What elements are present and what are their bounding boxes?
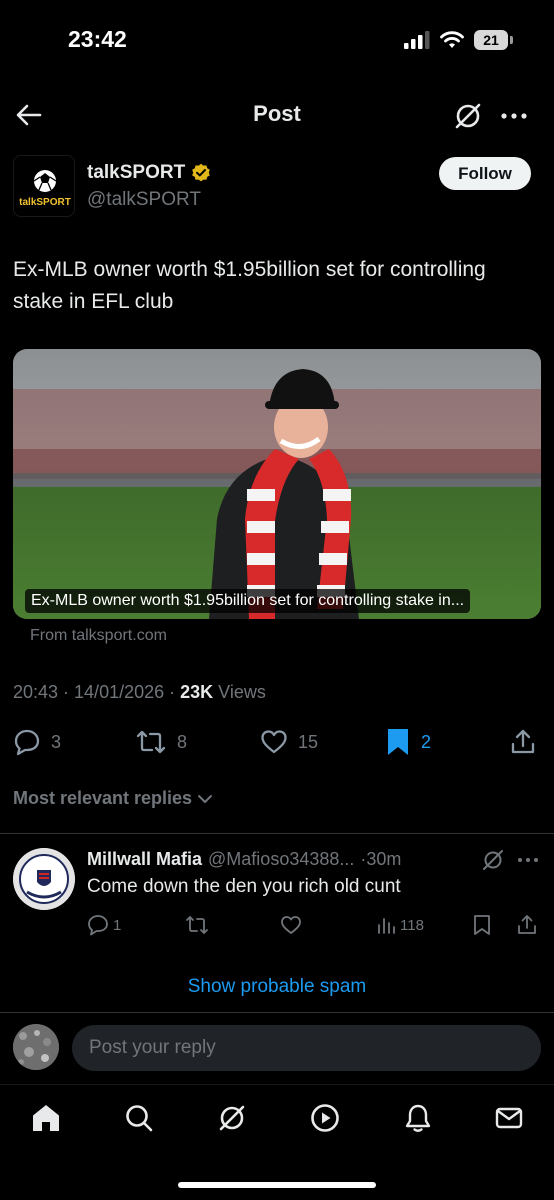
repost-count: 8 bbox=[177, 731, 188, 752]
bookmark-icon bbox=[474, 915, 490, 935]
messages-mail-icon bbox=[495, 1107, 523, 1129]
user-avatar-image bbox=[13, 1024, 59, 1070]
post-action-bar: 3 8 15 2 bbox=[13, 726, 541, 758]
video-icon bbox=[311, 1104, 339, 1132]
more-options-icon[interactable] bbox=[516, 848, 540, 872]
show-probable-spam-link[interactable]: Show probable spam bbox=[0, 976, 554, 998]
reply-time: ·30m bbox=[360, 849, 402, 869]
status-icons: 21 bbox=[404, 30, 513, 50]
reply-reply-count: 1 bbox=[113, 916, 122, 934]
home-icon bbox=[33, 1105, 59, 1131]
wifi-icon bbox=[440, 31, 464, 48]
share-icon bbox=[511, 729, 535, 754]
post-timestamp: 20:43 · 14/01/2026 · bbox=[13, 682, 181, 702]
like-button[interactable]: 15 bbox=[260, 726, 318, 758]
bookmark-button[interactable]: 2 bbox=[385, 726, 431, 758]
bookmark-filled-icon bbox=[388, 729, 408, 755]
talksport-logo: talkSPORT bbox=[14, 156, 74, 216]
status-time: 23:42 bbox=[68, 26, 127, 52]
like-heart-icon bbox=[261, 730, 287, 754]
repost-icon bbox=[186, 916, 208, 934]
reply-count: 3 bbox=[51, 731, 62, 752]
tab-grok[interactable] bbox=[212, 1098, 252, 1138]
tab-home[interactable] bbox=[26, 1098, 66, 1138]
post-meta: 20:43 · 14/01/2026 · 23K Views bbox=[13, 682, 266, 703]
article-image bbox=[13, 349, 541, 619]
reply-button[interactable]: 3 bbox=[13, 726, 61, 758]
grok-icon[interactable] bbox=[452, 100, 484, 132]
post-text: Ex-MLB owner worth $1.95billion set for … bbox=[13, 258, 486, 313]
battery-indicator: 21 bbox=[474, 30, 513, 50]
reply-reply-button[interactable]: 1 bbox=[87, 912, 121, 938]
link-source[interactable]: From talksport.com bbox=[30, 627, 167, 645]
reply-avatar[interactable] bbox=[13, 848, 75, 910]
reply-header[interactable]: Millwall Mafia @Mafioso34388... ·30m bbox=[87, 849, 401, 870]
more-options-icon[interactable] bbox=[498, 100, 530, 132]
reply-icon bbox=[88, 915, 108, 936]
tab-search[interactable] bbox=[119, 1098, 159, 1138]
views-count: 23K bbox=[180, 682, 214, 702]
reply-views-count: 118 bbox=[400, 916, 424, 934]
reply-input[interactable] bbox=[72, 1025, 541, 1071]
share-icon bbox=[518, 915, 536, 934]
reply-action-bar: 1 118 bbox=[87, 912, 541, 938]
reply-icon bbox=[14, 729, 40, 756]
follow-button[interactable]: Follow bbox=[439, 157, 531, 190]
tab-video[interactable] bbox=[305, 1098, 345, 1138]
user-avatar[interactable] bbox=[13, 1024, 59, 1070]
link-preview-card[interactable]: Ex-MLB owner worth $1.95billion set for … bbox=[13, 349, 541, 619]
author-handle[interactable]: @talkSPORT bbox=[87, 189, 201, 211]
reply-like-button[interactable] bbox=[280, 912, 302, 938]
reply-sort-label: Most relevant replies bbox=[13, 788, 193, 808]
like-count: 15 bbox=[298, 731, 319, 752]
share-button[interactable] bbox=[509, 726, 537, 758]
notifications-bell-icon bbox=[405, 1104, 431, 1132]
like-heart-icon bbox=[281, 916, 301, 934]
reply-text: Come down the den you rich old cunt bbox=[87, 876, 401, 897]
grok-icon[interactable] bbox=[481, 848, 505, 872]
media-caption: Ex-MLB owner worth $1.95billion set for … bbox=[25, 589, 471, 613]
chevron-down-icon bbox=[198, 794, 213, 803]
tab-notifications[interactable] bbox=[398, 1098, 438, 1138]
bookmark-count: 2 bbox=[421, 731, 432, 752]
reply-author-name[interactable]: Millwall Mafia bbox=[87, 849, 202, 870]
author-name-row[interactable]: talkSPORT bbox=[87, 162, 211, 184]
tab-messages[interactable] bbox=[489, 1098, 529, 1138]
millwall-badge bbox=[13, 848, 75, 910]
reply-sort-selector[interactable]: Most relevant replies bbox=[13, 788, 214, 809]
signal-icon bbox=[404, 31, 430, 49]
svg-text:talkSPORT: talkSPORT bbox=[19, 197, 71, 208]
reply-bookmark-button[interactable] bbox=[472, 912, 492, 938]
home-indicator[interactable] bbox=[178, 1182, 376, 1188]
reply-views[interactable]: 118 bbox=[376, 912, 424, 938]
reply-repost-button[interactable] bbox=[185, 912, 209, 938]
author-name[interactable]: talkSPORT bbox=[87, 162, 185, 184]
views-chart-icon bbox=[378, 918, 395, 934]
repost-button[interactable]: 8 bbox=[135, 726, 187, 758]
reply-author-handle[interactable]: @Mafioso34388... bbox=[208, 849, 354, 870]
views-label: Views bbox=[213, 682, 266, 702]
divider bbox=[0, 833, 554, 834]
search-icon bbox=[126, 1105, 153, 1132]
reply-share-button[interactable] bbox=[516, 912, 538, 938]
grok-icon bbox=[219, 1105, 245, 1131]
author-avatar[interactable]: talkSPORT bbox=[13, 155, 75, 217]
verified-badge-icon bbox=[192, 163, 211, 182]
repost-icon bbox=[136, 730, 166, 754]
